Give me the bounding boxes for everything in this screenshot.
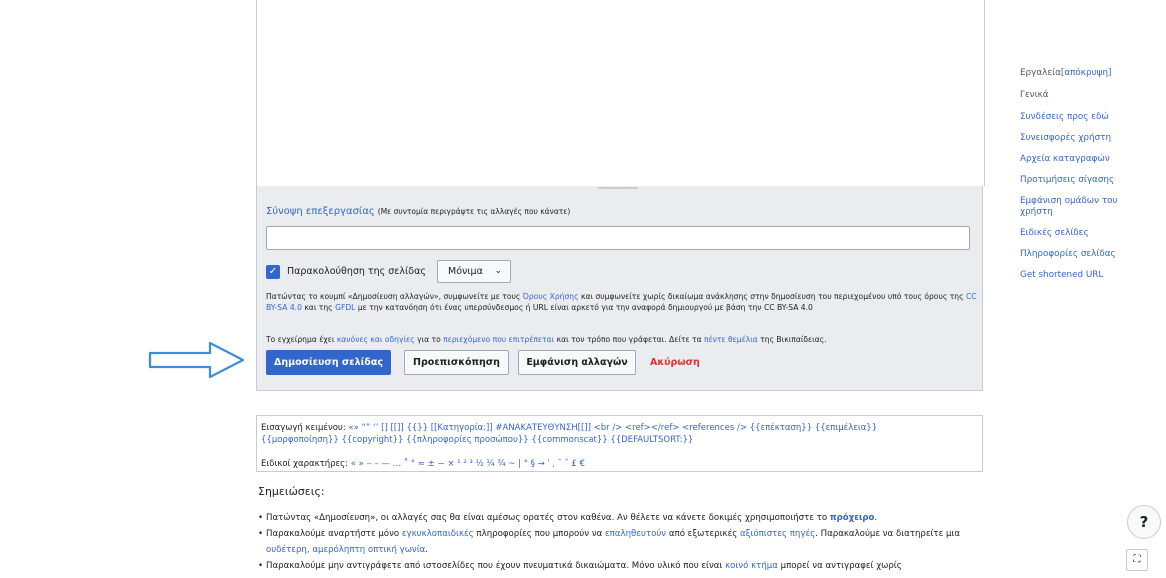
note-text: Παρακαλούμε αναρτήστε μόνο [266, 529, 402, 539]
list-item: Παρακαλούμε μην αντιγράφετε από ιστοσελί… [258, 558, 988, 574]
notes-heading: Σημειώσεις: [258, 485, 325, 498]
arrow-right-icon [148, 341, 245, 379]
cancel-link[interactable]: Ακύρωση [650, 350, 700, 375]
preview-button[interactable]: Προεπισκόπηση [404, 350, 509, 375]
special-chars-label: Ειδικοί χαρακτήρες: [261, 459, 348, 469]
tools-item-links-here[interactable]: Συνδέσεις προς εδώ [1020, 112, 1140, 123]
list-item: Παρακαλούμε αναρτήστε μόνο εγκυκλοπαιδικ… [258, 526, 988, 558]
terms-of-use-link[interactable]: Όρους Χρήσης [523, 292, 579, 301]
note-text: . Παρακαλούμε να διατηρείτε μια [815, 529, 961, 539]
encyclopedic-link[interactable]: εγκυκλοπαιδικές [402, 529, 474, 539]
tools-item-user-groups[interactable]: Εμφάνιση ομάδων του χρήστη [1020, 196, 1140, 218]
tools-sidebar: Εργαλεία[απόκρυψη] Γενικά Συνδέσεις προς… [1020, 66, 1140, 281]
watch-expiry-select[interactable]: Μόνιμα ⌄ [437, 260, 511, 283]
five-pillars-link[interactable]: πέντε θεμέλια [704, 335, 758, 344]
tools-title: Εργαλεία [1020, 68, 1061, 78]
editor-resize-handle[interactable] [598, 187, 638, 189]
tools-item-page-info[interactable]: Πληροφορίες σελίδας [1020, 249, 1140, 260]
neutral-pov-link[interactable]: ουδέτερη, αμερόληπτη οπτική γωνία [266, 545, 425, 555]
special-characters: Ειδικοί χαρακτήρες: « » ‒ – — … ˚ ° ≈ ± … [261, 458, 585, 470]
note-text: Πατώντας «Δημοσίευση», οι αλλαγές σας θα… [266, 513, 830, 523]
license-notice: Πατώντας το κουμπί «Δημοσίευση αλλαγών»,… [266, 292, 978, 313]
note-text: . [874, 513, 878, 523]
charinsert-items-2[interactable]: {{μορφοποίηση}} {{copyright}} {{πληροφορ… [261, 435, 693, 445]
watch-label: Παρακολούθηση της σελίδας [287, 266, 426, 277]
guidelines-text-3: και τον τρόπο που γράφεται. Δείτε τα [554, 335, 704, 344]
tools-hide-link[interactable]: [απόκρυψη] [1061, 68, 1112, 78]
list-item: Πατώντας «Δημοσίευση», οι αλλαγές σας θα… [258, 510, 988, 526]
summary-input[interactable] [266, 226, 970, 250]
guidelines-text-4: της Βικιπαίδειας. [757, 335, 827, 344]
chevron-down-icon: ⌄ [494, 266, 502, 276]
watch-select-value: Μόνιμα [448, 266, 483, 277]
public-domain-link[interactable]: κοινό κτήμα [725, 561, 778, 571]
tools-item-logs[interactable]: Αρχεία καταγραφών [1020, 154, 1140, 165]
tools-item-user-contributions[interactable]: Συνεισφορές χρήστη [1020, 133, 1140, 144]
note-text: πληροφορίες που μπορούν να [473, 529, 606, 539]
tools-item-mute-preferences[interactable]: Προτιμήσεις σίγασης [1020, 175, 1140, 186]
show-changes-button[interactable]: Εμφάνιση αλλαγών [518, 350, 636, 375]
charinsert-text: Εισαγωγή κειμένου: «» “” ‘’ [] [[]] {{}}… [261, 422, 976, 446]
verifiable-link[interactable]: επαληθευτούν [605, 529, 666, 539]
rules-link[interactable]: κανόνες και οδηγίες [337, 335, 415, 344]
reliable-sources-link[interactable]: αξιόπιστες πηγές [740, 529, 815, 539]
license-text-1: Πατώντας το κουμπί «Δημοσίευση αλλαγών»,… [266, 292, 523, 301]
summary-note: (Με συντομία περιγράψτε τις αλλαγές που … [377, 207, 571, 216]
gfdl-link[interactable]: GFDL [335, 303, 355, 312]
note-text: . [425, 545, 429, 555]
note-text: Παρακαλούμε μην αντιγράφετε από ιστοσελί… [266, 561, 726, 571]
tools-header: Εργαλεία[απόκρυψη] [1020, 66, 1140, 80]
tools-item-shortened-url[interactable]: Get shortened URL [1020, 270, 1140, 281]
tools-general-heading: Γενικά [1020, 90, 1049, 100]
notes-list: Πατώντας «Δημοσίευση», οι αλλαγές σας θα… [258, 510, 988, 574]
publish-page-button[interactable]: Δημοσίευση σελίδας [266, 350, 391, 375]
guidelines-text-1: Το εγχείρημα έχει [266, 335, 337, 344]
summary-label: Σύνοψη επεξεργασίας (Με συντομία περιγράψ… [266, 206, 570, 217]
summary-link[interactable]: Σύνοψη επεξεργασίας [266, 206, 375, 217]
license-text-3: και της [301, 302, 336, 312]
license-text-4: με την κατανόηση ότι ένας υπερσύνδεσμος … [355, 302, 813, 312]
license-text-2: και συμφωνείτε χωρίς δικαίωμα ανάκλησης … [578, 292, 966, 301]
sandbox-link[interactable]: πρόχειρο [830, 513, 875, 523]
note-text: από εξωτερικές [666, 529, 740, 539]
allowed-content-link[interactable]: περιεχόμενο που επιτρέπεται [443, 335, 554, 344]
wikitext-editor[interactable] [256, 0, 985, 186]
charinsert-items-1[interactable]: «» “” ‘’ [] [[]] {{}} [[Κατηγορία:]] #ΑΝ… [348, 423, 877, 433]
note-text: μπορεί να αντιγραφεί χωρίς [777, 561, 902, 571]
help-button[interactable]: ? [1127, 505, 1161, 539]
watch-checkbox[interactable]: ✓ [266, 265, 280, 279]
expand-icon[interactable]: ⛶ [1126, 549, 1148, 571]
guidelines-notice: Το εγχείρημα έχει κανόνες και οδηγίες γι… [266, 335, 978, 345]
tools-item-special-pages[interactable]: Ειδικές σελίδες [1020, 228, 1140, 239]
charinsert-label: Εισαγωγή κειμένου: [261, 423, 346, 433]
guidelines-text-2: για το [414, 335, 444, 344]
special-chars-items[interactable]: « » ‒ – — … ˚ ° ≈ ± − × ¹ ² ³ ½ ¼ ¾ ~ | … [351, 459, 585, 469]
